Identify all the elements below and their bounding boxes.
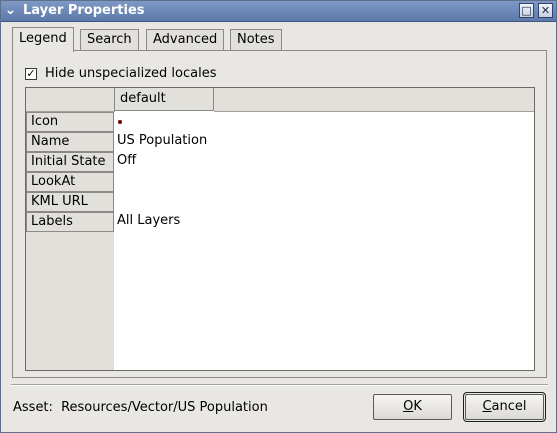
tab-notes[interactable]: Notes bbox=[230, 29, 282, 51]
row-header-lookat[interactable]: LookAt bbox=[26, 172, 114, 192]
cell-name[interactable]: US Population bbox=[117, 131, 207, 151]
row-header-initial-state[interactable]: Initial State bbox=[26, 152, 114, 172]
cancel-label-rest: ancel bbox=[491, 399, 527, 414]
table-corner bbox=[26, 88, 115, 112]
asset-path: Asset: Resources/Vector/US Population bbox=[13, 399, 268, 417]
close-icon[interactable]: ✕ bbox=[538, 3, 553, 18]
tab-legend[interactable]: Legend bbox=[12, 27, 74, 52]
layer-properties-dialog: ⌄ Layer Properties □ ✕ Legend Search Adv… bbox=[0, 0, 557, 433]
window-title: Layer Properties bbox=[23, 3, 145, 18]
ok-button[interactable]: OK bbox=[373, 394, 452, 420]
hide-unspecialized-checkbox[interactable]: ✓ bbox=[25, 68, 37, 80]
cell-initial-state[interactable]: Off bbox=[117, 151, 136, 171]
red-dot-icon[interactable] bbox=[118, 120, 122, 124]
cell-lookat[interactable] bbox=[117, 171, 517, 191]
footer-separator bbox=[11, 384, 548, 386]
ok-label-rest: K bbox=[413, 399, 422, 414]
column-header-default[interactable]: default bbox=[114, 88, 214, 111]
asset-value: Resources/Vector/US Population bbox=[61, 400, 268, 415]
row-header-name[interactable]: Name bbox=[26, 132, 114, 152]
window-menu-icon[interactable]: ⌄ bbox=[3, 3, 18, 18]
tab-search[interactable]: Search bbox=[80, 29, 139, 51]
maximize-icon[interactable]: □ bbox=[519, 3, 534, 18]
row-header-icon[interactable]: Icon bbox=[26, 112, 114, 132]
column-header-filler bbox=[214, 88, 534, 112]
legend-table: default Icon Name Initial State LookAt K… bbox=[25, 87, 535, 371]
ok-mnemonic: O bbox=[403, 399, 414, 414]
title-bar[interactable]: ⌄ Layer Properties □ ✕ bbox=[1, 1, 556, 22]
cell-kml-url[interactable] bbox=[117, 191, 517, 211]
tab-advanced[interactable]: Advanced bbox=[146, 29, 225, 51]
legend-panel: ✓ Hide unspecialized locales default Ico… bbox=[12, 50, 547, 378]
cancel-button[interactable]: Cancel bbox=[463, 392, 546, 422]
row-header-kml-url[interactable]: KML URL bbox=[26, 192, 114, 212]
asset-label: Asset: bbox=[13, 400, 53, 415]
cancel-mnemonic: C bbox=[482, 399, 492, 414]
hide-unspecialized-label[interactable]: Hide unspecialized locales bbox=[45, 66, 217, 82]
cell-labels[interactable]: All Layers bbox=[117, 211, 180, 231]
row-header-labels[interactable]: Labels bbox=[26, 212, 114, 232]
